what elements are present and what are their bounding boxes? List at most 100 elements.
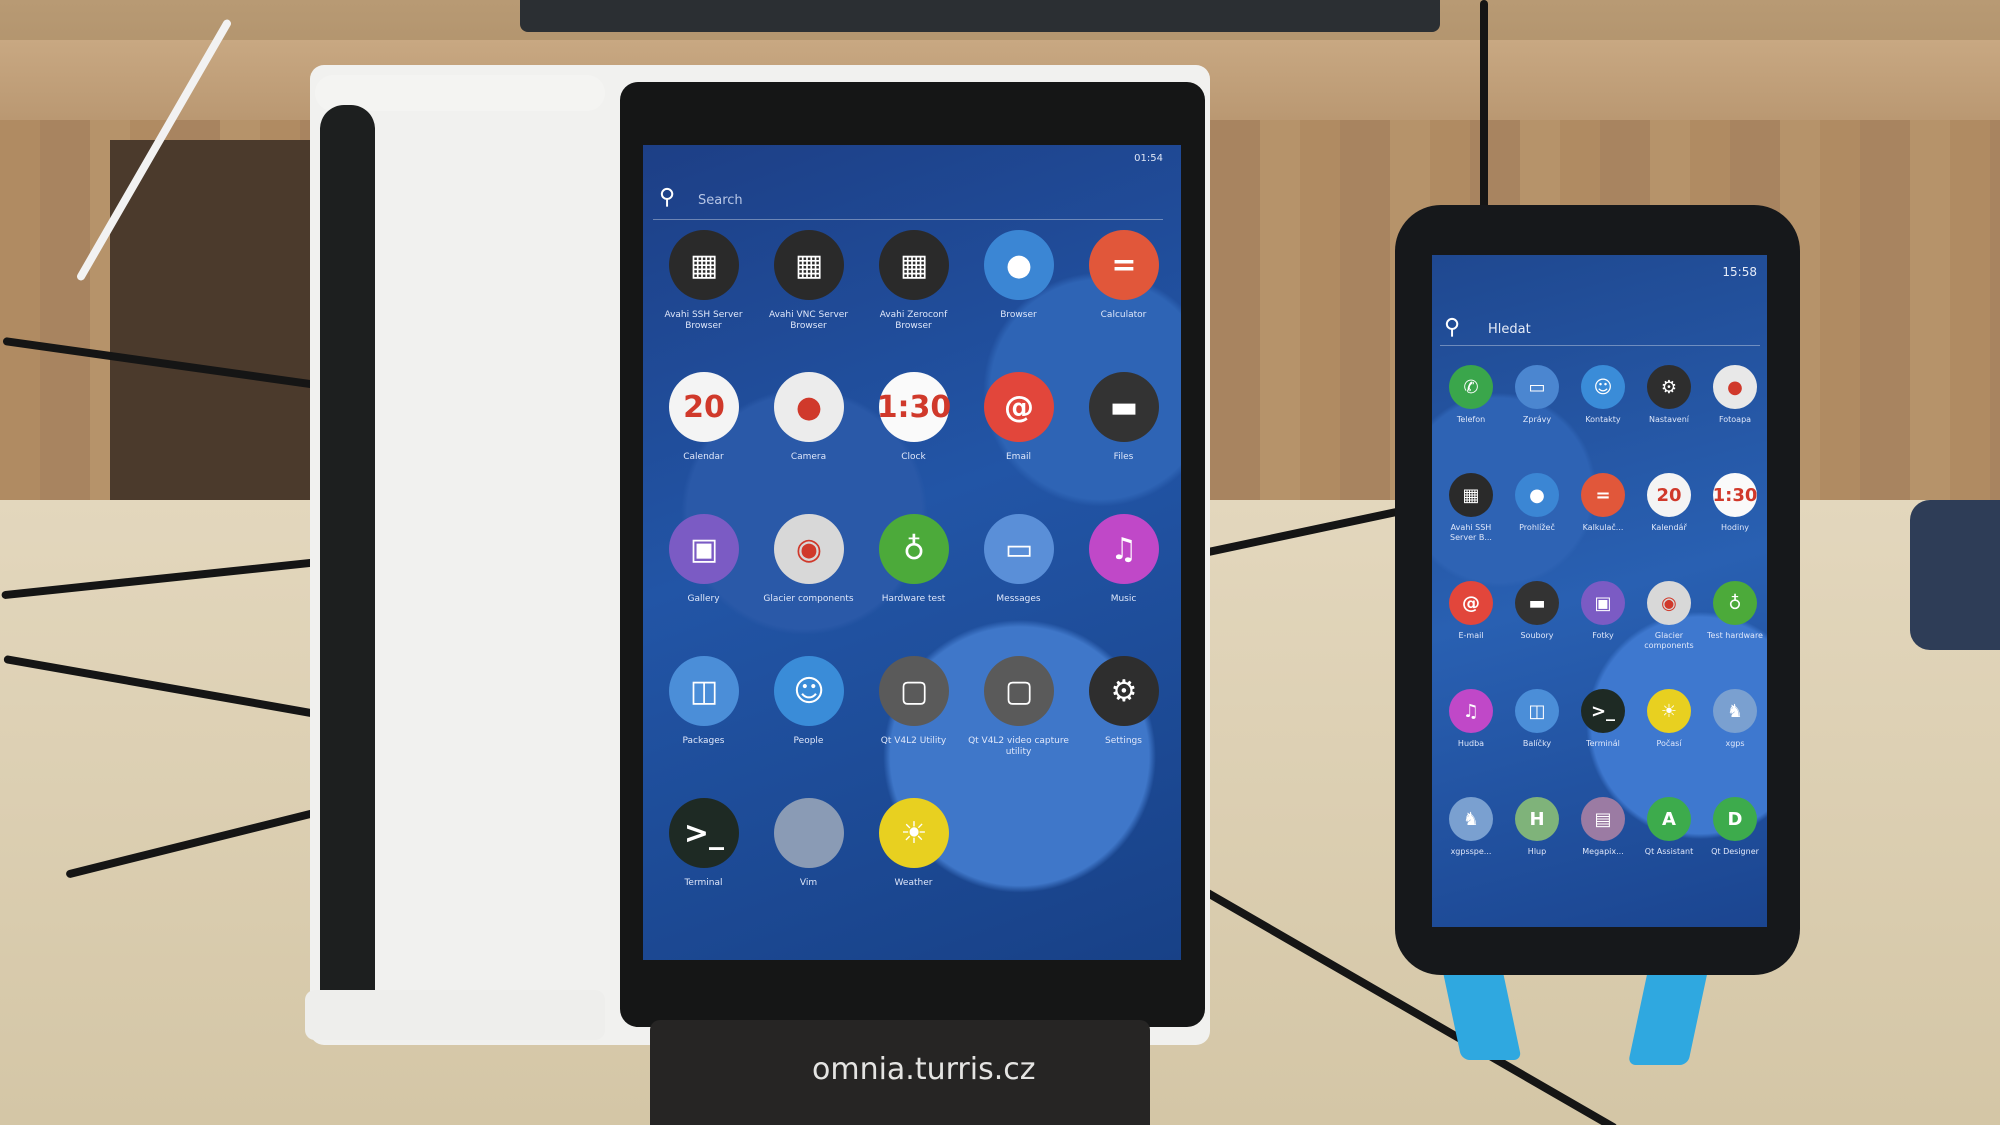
tablet-app-item[interactable]: ▣ Gallery bbox=[651, 514, 756, 624]
tablet-app-item[interactable]: ▦ Avahi SSH Server Browser bbox=[651, 230, 756, 340]
gallery-icon: ▣ bbox=[1581, 581, 1625, 625]
cable bbox=[1480, 0, 1488, 210]
phone-app-item[interactable]: ● Fotoapa bbox=[1702, 365, 1767, 453]
phone-app-item[interactable]: A Qt Assistant bbox=[1636, 797, 1702, 885]
phone-app-label: Nastavení bbox=[1648, 415, 1690, 424]
phone-app-item[interactable]: ▤ Megapix... bbox=[1570, 797, 1636, 885]
tablet-app-item[interactable]: ▢ Qt V4L2 video capture utility bbox=[966, 656, 1071, 766]
clock-icon: 1:30 bbox=[1713, 473, 1757, 517]
glacier-icon: ◉ bbox=[774, 514, 844, 584]
phone-app-item[interactable]: ▦ Avahi SSH Server B... bbox=[1438, 473, 1504, 561]
phone-app-item[interactable]: @ E-mail bbox=[1438, 581, 1504, 669]
globe-icon: ● bbox=[1515, 473, 1559, 517]
phone-app-label: Megapix... bbox=[1582, 847, 1624, 856]
tablet-app-item[interactable]: = Calculator bbox=[1071, 230, 1176, 340]
phone-app-item[interactable]: ▣ Fotky bbox=[1570, 581, 1636, 669]
phone-app-item[interactable]: ▭ Zprávy bbox=[1504, 365, 1570, 453]
tablet-app-item[interactable]: >_ Terminal bbox=[651, 798, 756, 908]
phone-app-label: Fotoapa bbox=[1718, 415, 1752, 424]
tablet-app-label: Files bbox=[1113, 452, 1134, 462]
phone-app-item[interactable]: 20 Kalendář bbox=[1636, 473, 1702, 561]
phone-app-label: Balíčky bbox=[1522, 739, 1552, 748]
tablet-app-label: Calendar bbox=[683, 452, 724, 462]
globe-icon: ● bbox=[984, 230, 1054, 300]
terminal-icon: >_ bbox=[669, 798, 739, 868]
phone-app-item[interactable]: ♞ xgpsspe... bbox=[1438, 797, 1504, 885]
glacier-icon: ◉ bbox=[1647, 581, 1691, 625]
tablet-app-label: Messages bbox=[996, 594, 1041, 604]
phone-app-label: Telefon bbox=[1456, 415, 1486, 424]
stethoscope-icon: ♁ bbox=[1713, 581, 1757, 625]
sun-icon: ☀ bbox=[879, 798, 949, 868]
qt-assistant-icon: A bbox=[1647, 797, 1691, 841]
network-icon: ▦ bbox=[1449, 473, 1493, 517]
phone-app-item[interactable]: ♞ xgps bbox=[1702, 689, 1767, 777]
phone-app-label: Avahi SSH Server B... bbox=[1450, 523, 1492, 542]
tablet-app-item[interactable]: ● Browser bbox=[966, 230, 1071, 340]
tablet-app-item[interactable]: ● Camera bbox=[756, 372, 861, 482]
tablet-app-item[interactable]: ♫ Music bbox=[1071, 514, 1176, 624]
phone-search-bar[interactable]: ⚲ Hledat bbox=[1440, 315, 1760, 346]
camera-icon: ● bbox=[1713, 365, 1757, 409]
phone-app-item[interactable]: >_ Terminál bbox=[1570, 689, 1636, 777]
tablet-app-item[interactable]: @ Email bbox=[966, 372, 1071, 482]
email-icon: @ bbox=[984, 372, 1054, 442]
pouch-label: omnia.turris.cz bbox=[812, 1052, 1036, 1087]
phone-app-item[interactable]: H Hlup bbox=[1504, 797, 1570, 885]
tablet-app-item[interactable]: ◉ Glacier components bbox=[756, 514, 861, 624]
tv-icon: ▢ bbox=[984, 656, 1054, 726]
packages-icon: ◫ bbox=[1515, 689, 1559, 733]
phone-app-label: Zprávy bbox=[1522, 415, 1552, 424]
sun-icon: ☀ bbox=[1647, 689, 1691, 733]
phone-screen[interactable]: 15:58 ⚲ Hledat ✆ Telefon ▭ Zprávy ☺ Kontakty ⚙… bbox=[1432, 255, 1767, 927]
tablet-search-bar[interactable]: ⚲ Search bbox=[653, 185, 1163, 220]
network-icon: ▦ bbox=[879, 230, 949, 300]
phone-app-item[interactable]: 1:30 Hodiny bbox=[1702, 473, 1767, 561]
tablet-app-label: Packages bbox=[682, 736, 725, 746]
phone-app-item[interactable]: ◉ Glacier components bbox=[1636, 581, 1702, 669]
phone-app-item[interactable]: = Kalkulač... bbox=[1570, 473, 1636, 561]
tablet-app-label: Gallery bbox=[687, 594, 720, 604]
tablet-app-item[interactable]: ▢ Qt V4L2 Utility bbox=[861, 656, 966, 766]
phone-app-item[interactable]: ▬ Soubory bbox=[1504, 581, 1570, 669]
tablet-app-label: Qt V4L2 video capture utility bbox=[968, 736, 1069, 757]
tablet-app-grid: ▦ Avahi SSH Server Browser ▦ Avahi VNC Serv… bbox=[651, 230, 1176, 908]
tablet-app-item[interactable]: Vim bbox=[756, 798, 861, 908]
tablet-app-item[interactable]: ☺ People bbox=[756, 656, 861, 766]
phone-app-item[interactable]: ● Prohlížeč bbox=[1504, 473, 1570, 561]
files-icon: ▬ bbox=[1515, 581, 1559, 625]
calendar-icon: 20 bbox=[1647, 473, 1691, 517]
tablet-app-item[interactable]: ◫ Packages bbox=[651, 656, 756, 766]
tablet-app-item[interactable]: ⚙ Settings bbox=[1071, 656, 1176, 766]
photo-scene: 01:54 ⚲ Search ▦ Avahi SSH Server Browser… bbox=[0, 0, 2000, 1125]
tablet-app-item[interactable]: ▭ Messages bbox=[966, 514, 1071, 624]
phone-app-item[interactable]: ♫ Hudba bbox=[1438, 689, 1504, 777]
blue-cloth bbox=[1910, 500, 2000, 650]
phone-app-item[interactable]: D Qt Designer bbox=[1702, 797, 1767, 885]
gallery-icon: ▣ bbox=[669, 514, 739, 584]
phone-app-item[interactable]: ✆ Telefon bbox=[1438, 365, 1504, 453]
tablet-app-label: Vim bbox=[799, 878, 818, 888]
phone-status-time: 15:58 bbox=[1722, 265, 1757, 279]
tablet-app-item[interactable]: 1:30 Clock bbox=[861, 372, 966, 482]
tv-icon: ▢ bbox=[879, 656, 949, 726]
music-icon: ♫ bbox=[1449, 689, 1493, 733]
calculator-icon: = bbox=[1581, 473, 1625, 517]
messages-icon: ▭ bbox=[1515, 365, 1559, 409]
phone-app-item[interactable]: ⚙ Nastavení bbox=[1636, 365, 1702, 453]
tablet-app-item[interactable]: ♁ Hardware test bbox=[861, 514, 966, 624]
phone-app-item[interactable]: ◫ Balíčky bbox=[1504, 689, 1570, 777]
calendar-icon: 20 bbox=[669, 372, 739, 442]
tablet-screen[interactable]: 01:54 ⚲ Search ▦ Avahi SSH Server Browser… bbox=[643, 145, 1181, 960]
phone-app-item[interactable]: ☺ Kontakty bbox=[1570, 365, 1636, 453]
gear-icon: ⚙ bbox=[1647, 365, 1691, 409]
phone-app-item[interactable]: ☀ Počasí bbox=[1636, 689, 1702, 777]
tablet-search-placeholder: Search bbox=[698, 193, 743, 208]
tablet-app-item[interactable]: ☀ Weather bbox=[861, 798, 966, 908]
tablet-app-item[interactable]: ▦ Avahi VNC Server Browser bbox=[756, 230, 861, 340]
tablet-app-item[interactable]: ▬ Files bbox=[1071, 372, 1176, 482]
files-icon: ▬ bbox=[1089, 372, 1159, 442]
phone-app-item[interactable]: ♁ Test hardware bbox=[1702, 581, 1767, 669]
tablet-app-item[interactable]: 20 Calendar bbox=[651, 372, 756, 482]
tablet-app-item[interactable]: ▦ Avahi Zeroconf Browser bbox=[861, 230, 966, 340]
